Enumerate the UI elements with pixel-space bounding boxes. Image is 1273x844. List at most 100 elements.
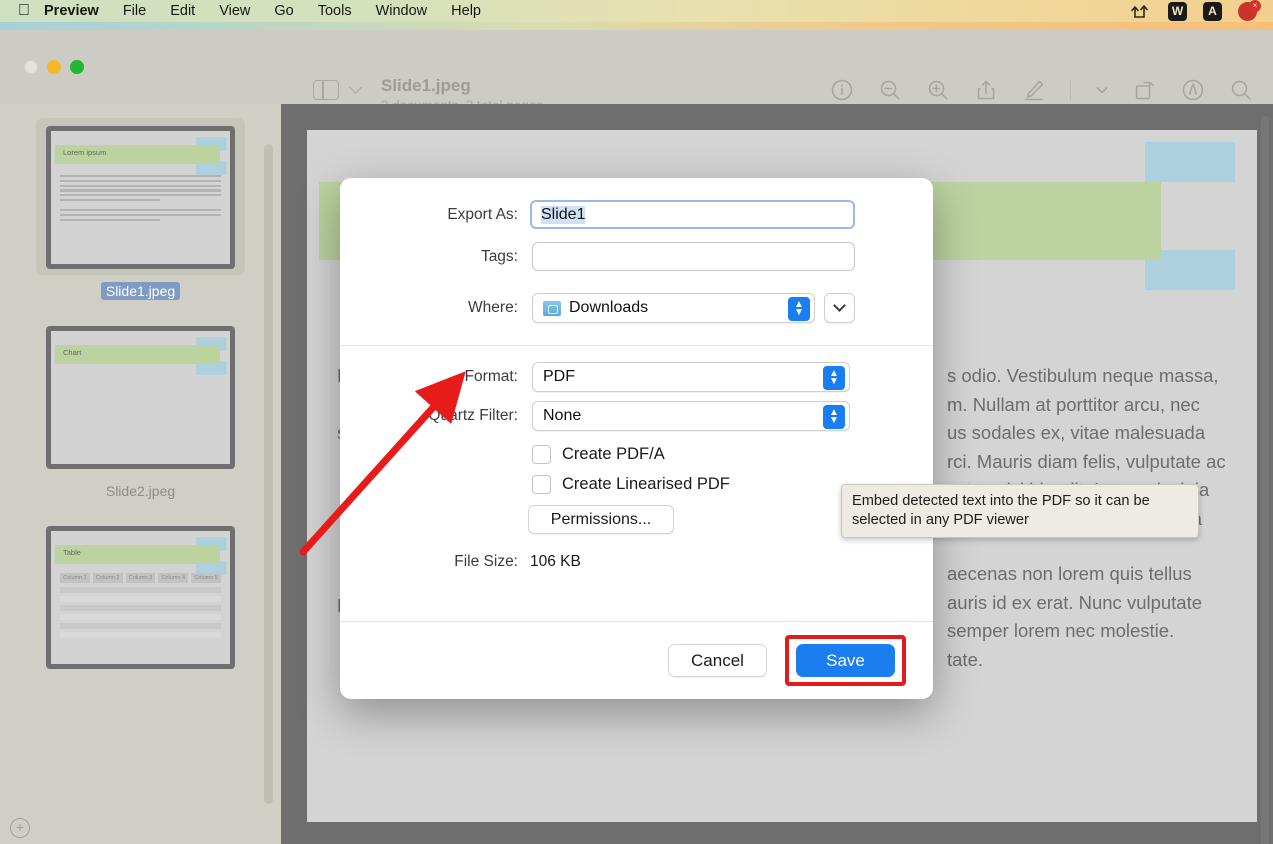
wps-office-icon[interactable]: W [1168,1,1187,21]
macos-menubar:  Preview File Edit View Go Tools Window… [0,0,1273,22]
format-select[interactable]: PDF ▲ ▼ [532,362,850,392]
thumbnail-caption[interactable]: Slide2.jpeg [101,482,180,500]
dialog-footer: Cancel Save [340,621,933,699]
thumbnail-slide3[interactable]: Table Column 1 Column 2 Column 3 Column … [36,518,245,675]
list-item[interactable]: Chart Slide2.jpeg [0,318,281,500]
text-line [60,184,221,187]
body-line: auris id ex erat. Nunc vulputate [947,591,1203,613]
sidebar-scrollbar[interactable] [264,144,273,804]
menu-item-tools[interactable]: Tools [306,0,364,22]
maximize-window-button[interactable] [70,60,84,74]
info-icon[interactable] [830,78,854,102]
body-line: m. Nullam at porttitor arcu, nec [947,393,1200,415]
cancel-button[interactable]: Cancel [668,644,767,677]
minimize-window-button[interactable] [47,60,61,74]
thumbnail-slide2[interactable]: Chart [36,318,245,475]
menu-item-file[interactable]: File [111,0,158,22]
zoom-out-icon[interactable] [878,78,902,102]
table-column-header: Column 2 [92,573,123,583]
slide-canvas: Chart [51,331,230,464]
notification-badge-icon[interactable]: × [1238,0,1261,21]
page-right-column-2: aecenas non lorem quis tellus auris id e… [947,560,1202,674]
export-as-label: Export As: [447,205,518,223]
thumbnail-list: Lorem ipsum Slide1.jpeg Chart Slide2.jpe… [0,104,281,810]
text-line [60,218,160,221]
dialog-divider [340,345,933,346]
table-row [60,605,221,611]
screen:  Preview File Edit View Go Tools Window… [0,0,1273,844]
table-header-row: Column 1 Column 2 Column 3 Column 4 Colu… [60,573,221,583]
create-linearised-pdf-label: Create Linearised PDF [562,475,730,493]
quartz-filter-value: None [543,407,582,424]
create-pdfa-checkbox[interactable] [532,445,551,464]
chevron-down-icon [833,299,846,312]
file-size-value: 106 KB [530,553,581,570]
quartz-filter-stepper-icon[interactable]: ▲ ▼ [823,405,845,429]
toolbar [830,78,1253,102]
slide-preview: Lorem ipsum [46,126,235,269]
text-line [60,209,221,212]
sidebar-toggle-icon [313,80,339,100]
annotation-arrow [299,371,466,556]
export-as-row: Export As: Slide1 [340,200,933,229]
add-page-button[interactable]: + [10,818,30,838]
transfer-arrows-icon[interactable] [1130,3,1152,19]
list-item[interactable]: Table Column 1 Column 2 Column 3 Column … [0,518,281,700]
table-row [60,623,221,629]
table-row [60,614,221,620]
where-select[interactable]: Downloads ▲ ▼ [532,293,815,323]
annotate-icon[interactable] [1181,78,1205,102]
list-item[interactable]: Lorem ipsum Slide1.jpeg [0,118,281,300]
menu-item-preview[interactable]: Preview [30,0,111,22]
zoom-in-icon[interactable] [926,78,950,102]
create-pdfa-label: Create PDF/A [562,445,665,463]
format-stepper-icon[interactable]: ▲ ▼ [823,366,845,390]
table-row [60,596,221,602]
menu-item-view[interactable]: View [207,0,262,22]
window-traffic-lights [24,60,84,74]
table-column-header: Column 5 [191,573,221,583]
save-button-highlight-wrap: Save [785,635,906,686]
chevron-down-icon: ▼ [829,376,839,387]
export-as-input[interactable]: Slide1 [530,200,855,229]
quartz-filter-select[interactable]: None ▲ ▼ [532,401,850,431]
thumbnail-slide1[interactable]: Lorem ipsum [36,118,245,275]
sidebar-toggle-button[interactable] [313,80,362,100]
a-app-icon[interactable]: A [1203,1,1222,21]
where-stepper-icon[interactable]: ▲ ▼ [788,297,810,321]
permissions-button[interactable]: Permissions... [528,505,674,534]
export-as-value: Slide1 [541,205,586,224]
slide-title-text: Table [63,548,81,557]
rotate-icon[interactable] [1133,78,1157,102]
close-window-button[interactable] [24,60,38,74]
thumbnail-sidebar[interactable]: Lorem ipsum Slide1.jpeg Chart Slide2.jpe… [0,104,281,844]
search-icon[interactable] [1229,78,1253,102]
canvas-scrollbar[interactable] [1261,116,1269,844]
page-title: Slide1.jpeg [381,76,471,95]
menu-item-help[interactable]: Help [439,0,493,22]
thumbnail-caption[interactable]: Slide1.jpeg [100,282,181,300]
wps-glyph: W [1168,1,1187,21]
menu-item-edit[interactable]: Edit [158,0,207,22]
desktop-wallpaper-strip [0,22,1273,30]
create-linearised-pdf-checkbox[interactable] [532,475,551,494]
tags-label: Tags: [480,247,518,265]
where-expand-button[interactable] [824,293,855,323]
table-row [60,632,221,638]
tags-input[interactable] [532,242,855,271]
share-icon[interactable] [974,78,998,102]
apple-logo-icon[interactable]:  [18,3,30,19]
body-line: us sodales ex, vitae malesuada [947,422,1206,443]
save-highlight-box [785,635,906,686]
slide-title-band: Chart [55,345,220,364]
create-pdfa-row[interactable]: Create PDF/A [532,445,933,464]
text-line [60,175,221,178]
markup-dropdown-icon[interactable] [1095,78,1109,102]
menu-item-go[interactable]: Go [262,0,305,22]
markup-pen-icon[interactable] [1022,78,1046,102]
table-row [60,587,221,593]
table-column-header: Column 3 [125,573,156,583]
menu-item-window[interactable]: Window [364,0,440,22]
slide-title-text: Lorem ipsum [63,148,107,157]
toolbar-divider [1070,80,1071,100]
